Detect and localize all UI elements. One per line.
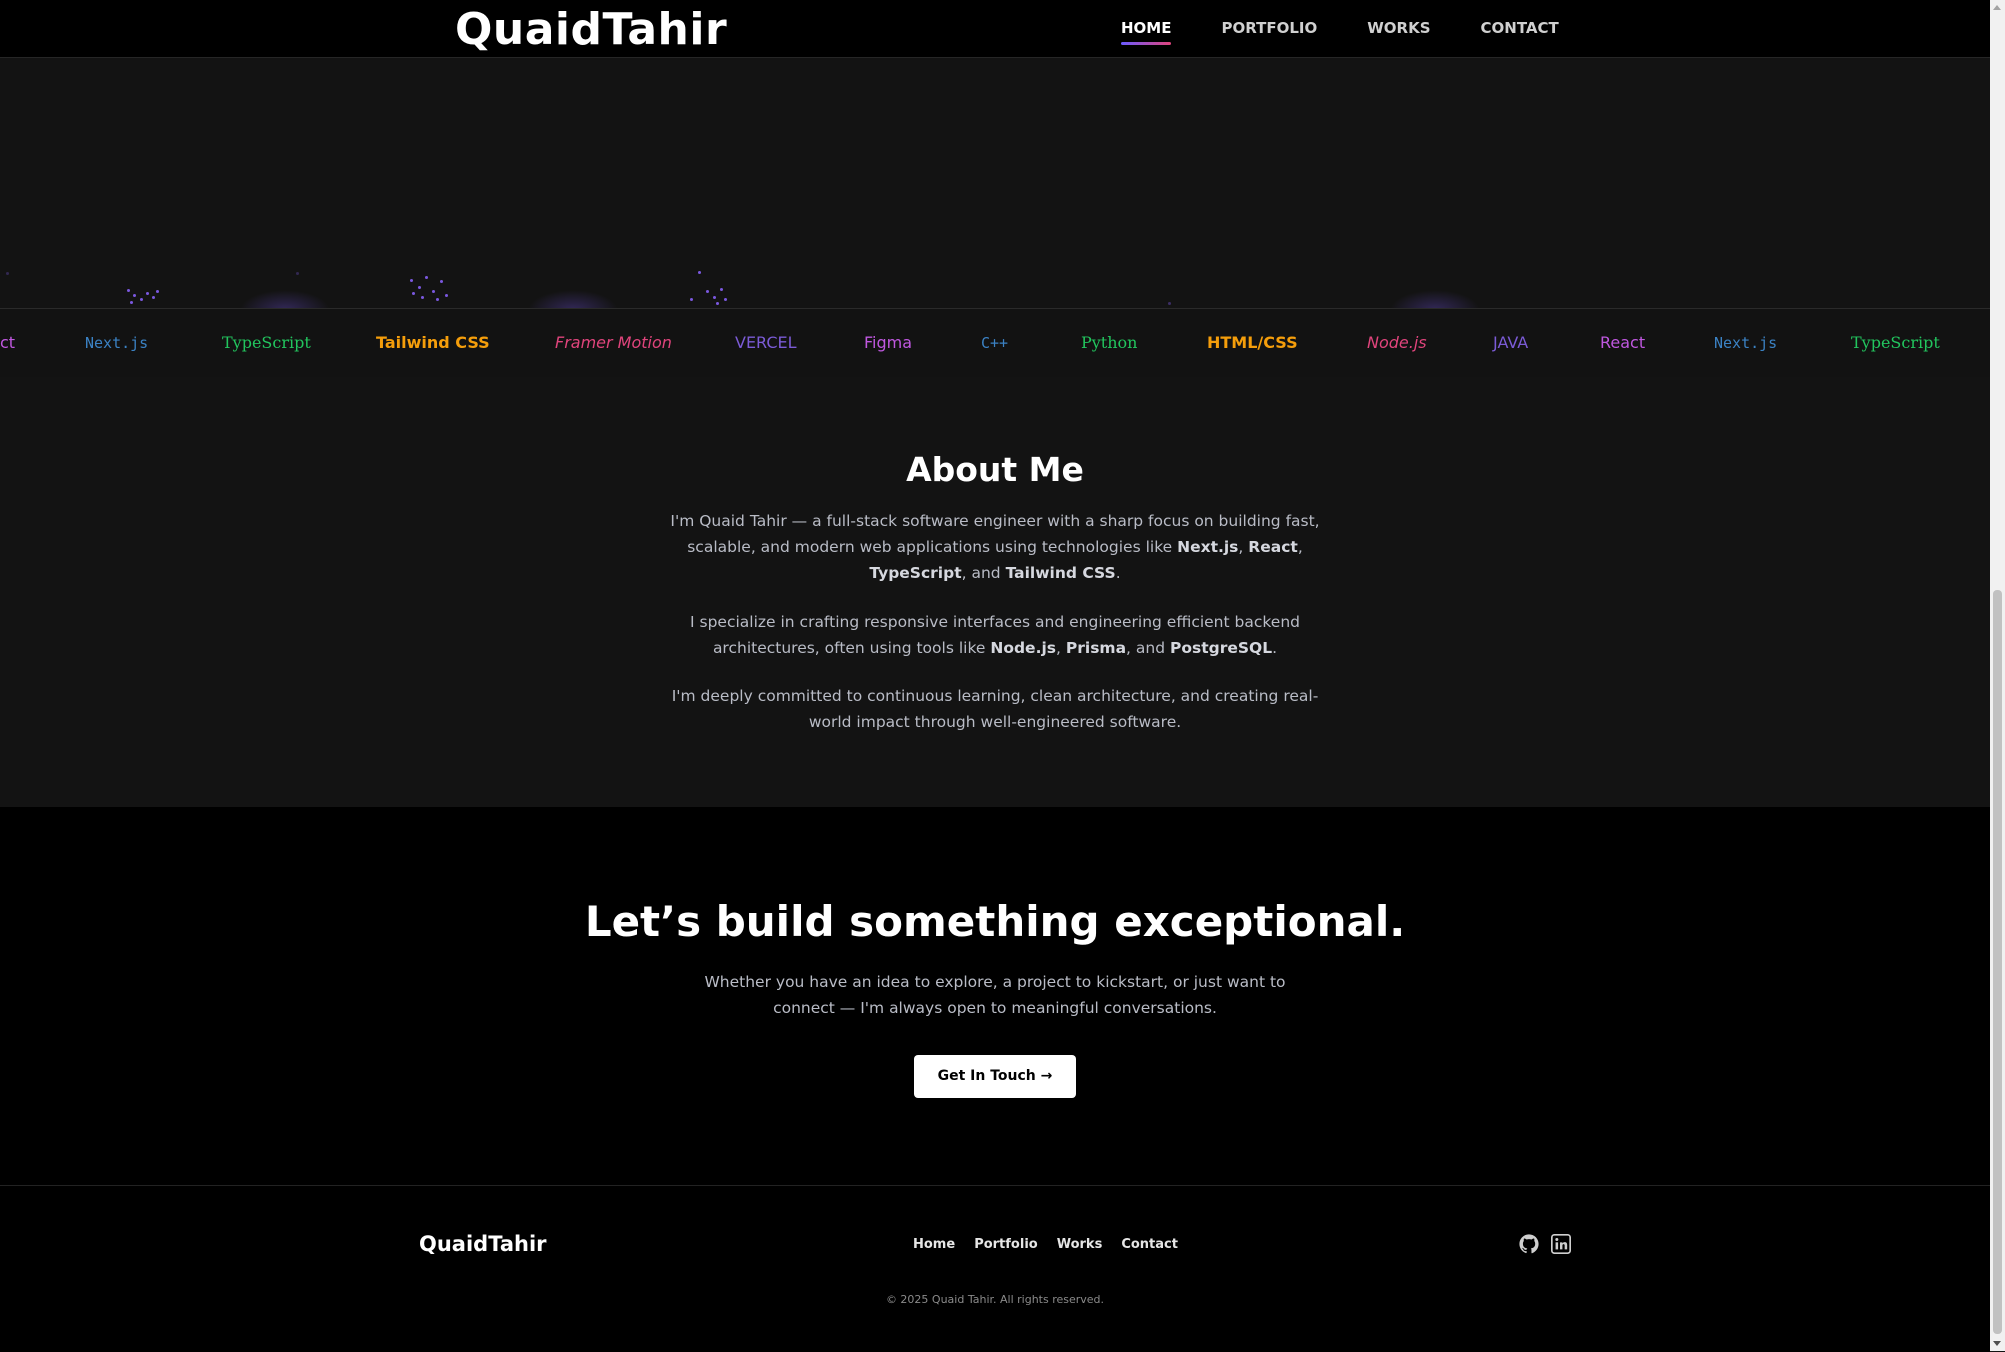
cta-title: Let’s build something exceptional. xyxy=(584,897,1406,946)
separator: , xyxy=(1238,538,1244,556)
about-title: About Me xyxy=(906,450,1084,489)
tech-item-nextjs: Next.js xyxy=(85,334,149,352)
tech-item-react: ct xyxy=(0,333,16,352)
separator: . xyxy=(1272,639,1278,657)
tech-item-figma: Figma xyxy=(864,333,913,352)
tech-highlight: TypeScript xyxy=(869,564,962,582)
particle xyxy=(425,276,428,279)
particle xyxy=(713,296,716,299)
tech-item-typescript: TypeScript xyxy=(222,333,311,352)
tech-marquee: ct Next.js TypeScript Tailwind CSS Frame… xyxy=(0,308,1990,378)
separator: , xyxy=(1056,639,1061,657)
tech-item-framer-motion: Framer Motion xyxy=(555,333,672,352)
tech-item-typescript: TypeScript xyxy=(1851,333,1940,352)
particle xyxy=(152,296,155,299)
nav-works[interactable]: WORKS xyxy=(1367,0,1430,57)
cta-section: Let’s build something exceptional. Wheth… xyxy=(0,807,1990,1185)
site-logo[interactable]: QuaidTahir xyxy=(455,4,727,56)
footer-nav-works[interactable]: Works xyxy=(1057,1237,1103,1252)
particle xyxy=(412,292,415,295)
tech-item-nodejs: Node.js xyxy=(1367,333,1427,352)
tech-item-nextjs: Next.js xyxy=(1714,334,1778,352)
main-nav: HOME PORTFOLIO WORKS CONTACT xyxy=(1121,0,1609,57)
footer-logo[interactable]: QuaidTahir xyxy=(419,1232,547,1256)
linkedin-icon[interactable] xyxy=(1551,1234,1571,1254)
social-links xyxy=(1519,1234,1583,1254)
footer-nav: Home Portfolio Works Contact xyxy=(913,1237,1197,1252)
about-paragraph-2: I specialize in crafting responsive inte… xyxy=(670,609,1320,661)
about-paragraph-1: I'm Quaid Tahir — a full-stack software … xyxy=(670,508,1320,586)
particle xyxy=(440,280,443,283)
particle xyxy=(130,301,133,304)
tech-item-python: Python xyxy=(1081,333,1138,352)
tech-item-java: JAVA xyxy=(1493,333,1529,352)
separator: . xyxy=(1115,564,1121,582)
particle xyxy=(706,290,709,293)
cta-text: Whether you have an idea to explore, a p… xyxy=(704,973,1286,1017)
tech-highlight: PostgreSQL xyxy=(1169,639,1273,657)
tech-item-html-css: HTML/CSS xyxy=(1207,333,1298,352)
particle xyxy=(1168,302,1171,305)
scroll-up-arrow-icon[interactable] xyxy=(1993,5,2001,10)
nav-contact[interactable]: CONTACT xyxy=(1481,0,1559,57)
particle xyxy=(432,290,435,293)
particle xyxy=(156,290,159,293)
scroll-down-arrow-icon[interactable] xyxy=(1993,1341,2001,1346)
tech-highlight: React xyxy=(1248,538,1298,556)
tech-item-vercel: VERCEL xyxy=(735,333,797,352)
tech-highlight: Node.js xyxy=(990,639,1056,657)
footer-nav-contact[interactable]: Contact xyxy=(1121,1237,1178,1252)
separator: , and xyxy=(1126,639,1166,657)
tech-highlight: Tailwind CSS xyxy=(1005,564,1116,582)
particle-glow xyxy=(1390,290,1480,308)
page-scrollbar[interactable] xyxy=(1990,0,2005,1351)
particle xyxy=(418,286,421,289)
particle xyxy=(720,288,723,291)
separator: , and xyxy=(961,564,1001,582)
particle xyxy=(127,289,130,292)
tech-highlight: Prisma xyxy=(1065,639,1127,657)
tech-item-react: React xyxy=(1600,333,1646,352)
particle xyxy=(436,298,439,301)
particle-glow xyxy=(240,290,330,308)
about-paragraph-3: I'm deeply committed to continuous learn… xyxy=(671,687,1319,731)
scrollbar-thumb[interactable] xyxy=(1993,590,2002,1334)
github-icon[interactable] xyxy=(1519,1234,1539,1254)
site-footer: QuaidTahir Home Portfolio Works Contact … xyxy=(0,1185,1990,1352)
particle xyxy=(724,298,727,301)
about-section: About Me I'm Quaid Tahir — a full-stack … xyxy=(0,377,1990,807)
get-in-touch-button[interactable]: Get In Touch → xyxy=(914,1055,1076,1098)
nav-portfolio[interactable]: PORTFOLIO xyxy=(1221,0,1317,57)
particle-glow xyxy=(528,290,618,308)
copyright-text: © 2025 Quaid Tahir. All rights reserved. xyxy=(885,1293,1105,1306)
particle xyxy=(6,272,9,275)
particle xyxy=(296,272,299,275)
hero-particle-area xyxy=(0,58,1990,308)
tech-item-cpp: C++ xyxy=(981,334,1009,352)
particle xyxy=(410,279,413,282)
footer-nav-portfolio[interactable]: Portfolio xyxy=(974,1237,1038,1252)
particle xyxy=(146,292,149,295)
particle xyxy=(133,294,136,297)
particle xyxy=(716,302,719,305)
particle xyxy=(690,298,693,301)
nav-home[interactable]: HOME xyxy=(1121,0,1172,57)
tech-highlight: Next.js xyxy=(1177,538,1239,556)
tech-item-tailwind: Tailwind CSS xyxy=(376,333,490,352)
separator: , xyxy=(1297,538,1303,556)
particle xyxy=(445,294,448,297)
site-header: QuaidTahir HOME PORTFOLIO WORKS CONTACT xyxy=(0,0,1990,58)
particle xyxy=(140,298,143,301)
footer-nav-home[interactable]: Home xyxy=(913,1237,955,1252)
particle xyxy=(698,271,701,274)
particle xyxy=(421,296,424,299)
